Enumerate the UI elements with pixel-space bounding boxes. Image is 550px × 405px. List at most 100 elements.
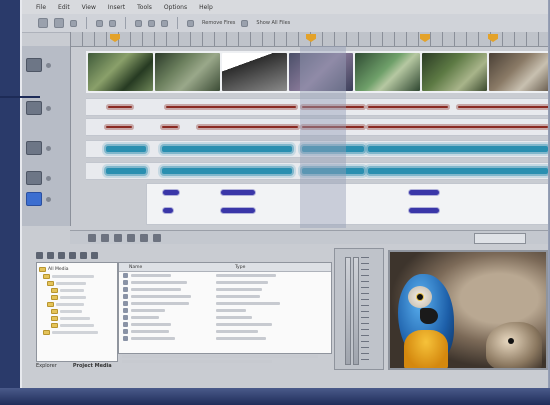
track-header-video[interactable]: [26, 58, 66, 72]
menu-help[interactable]: Help: [199, 4, 213, 11]
new-project-icon[interactable]: [38, 18, 48, 28]
track-mute-icon[interactable]: [46, 175, 51, 181]
media-refresh-icon[interactable]: [58, 251, 65, 259]
audio-waveform: [162, 168, 292, 174]
tree-item[interactable]: [39, 329, 115, 336]
pause-icon[interactable]: [114, 234, 122, 242]
video-clip-thumbnail[interactable]: [489, 53, 550, 91]
lower-tabs: Explorer Project Media: [36, 363, 176, 371]
media-list-row[interactable]: [119, 300, 331, 307]
menu-tools[interactable]: Tools: [137, 4, 152, 11]
show-all-icon[interactable]: [241, 19, 249, 27]
menu-insert[interactable]: Insert: [108, 4, 125, 11]
go-start-icon[interactable]: [88, 234, 96, 242]
open-project-icon[interactable]: [54, 18, 64, 28]
redo-icon[interactable]: [109, 19, 116, 27]
column-header-type[interactable]: Type: [225, 265, 245, 270]
timecode-display[interactable]: [474, 232, 526, 244]
remove-icon[interactable]: [187, 19, 194, 27]
tree-item[interactable]: [39, 322, 115, 329]
tab-explorer[interactable]: Explorer: [36, 363, 57, 371]
media-tree[interactable]: All Media: [36, 262, 118, 362]
track-mute-icon[interactable]: [46, 145, 51, 151]
track-header-audio-2[interactable]: [26, 141, 66, 155]
video-clip-thumbnail[interactable]: [355, 53, 421, 91]
media-view-icon[interactable]: [80, 251, 87, 259]
background-line: [0, 96, 40, 98]
timeline-marker[interactable]: [306, 34, 316, 42]
menu-edit[interactable]: Edit: [58, 4, 70, 11]
media-list-row[interactable]: [119, 328, 331, 335]
play-icon[interactable]: [101, 234, 109, 242]
track-header-audio-3[interactable]: [26, 171, 66, 185]
video-clip-thumbnail[interactable]: [154, 53, 220, 91]
menu-view[interactable]: View: [82, 4, 96, 11]
stop-icon[interactable]: [127, 234, 135, 242]
track-header-audio-1[interactable]: [26, 101, 66, 115]
timeline-marker[interactable]: [110, 34, 120, 42]
midi-note-blob[interactable]: [409, 208, 439, 213]
copy-icon[interactable]: [148, 19, 155, 27]
media-add-icon[interactable]: [91, 251, 98, 259]
cut-icon[interactable]: [135, 19, 142, 27]
midi-note-blob[interactable]: [221, 208, 255, 213]
track-header-midi[interactable]: [26, 192, 66, 206]
file-icon: [123, 273, 128, 278]
tree-item-label: [60, 317, 90, 320]
track-mute-icon[interactable]: [46, 196, 51, 202]
video-preview[interactable]: [388, 250, 548, 370]
media-forward-icon[interactable]: [47, 251, 54, 259]
midi-note-blob[interactable]: [163, 208, 173, 213]
remove-fires-button[interactable]: Remove Fires: [202, 20, 235, 26]
tree-item-all-media[interactable]: All Media: [39, 266, 115, 273]
track-mute-icon[interactable]: [46, 62, 51, 68]
midi-note-blob[interactable]: [221, 190, 255, 195]
tree-item[interactable]: [39, 301, 115, 308]
undo-icon[interactable]: [96, 19, 103, 27]
loop-icon[interactable]: [153, 234, 161, 242]
paste-icon[interactable]: [161, 19, 168, 27]
midi-note-blob[interactable]: [409, 190, 439, 195]
midi-note-blob[interactable]: [163, 190, 179, 195]
tree-item[interactable]: [39, 315, 115, 322]
timeline-ruler[interactable]: [70, 32, 548, 47]
tab-project-media[interactable]: Project Media: [73, 363, 112, 371]
media-list-row[interactable]: [119, 279, 331, 286]
media-list-row[interactable]: [119, 272, 331, 279]
audio-track-icon: [26, 171, 42, 185]
media-list[interactable]: Name Type: [118, 262, 332, 354]
lower-panel: All Media Name Type Explorer Project Med…: [22, 244, 548, 371]
media-back-icon[interactable]: [36, 251, 43, 259]
file-icon: [123, 287, 128, 292]
menu-options[interactable]: Options: [164, 4, 187, 11]
timeline-selection[interactable]: [300, 46, 346, 228]
video-clip-thumbnail[interactable]: [221, 53, 287, 91]
file-icon: [123, 315, 128, 320]
video-clip-thumbnail[interactable]: [88, 53, 153, 91]
go-end-icon[interactable]: [140, 234, 148, 242]
tree-item[interactable]: [39, 308, 115, 315]
tree-item[interactable]: [39, 287, 115, 294]
media-list-row[interactable]: [119, 286, 331, 293]
audio-waveform: [368, 106, 448, 108]
tree-item[interactable]: [39, 280, 115, 287]
audio-waveform: [458, 106, 550, 108]
tree-item[interactable]: [39, 294, 115, 301]
column-header-name[interactable]: Name: [119, 265, 225, 270]
tree-item[interactable]: [39, 273, 115, 280]
media-search-icon[interactable]: [69, 251, 76, 259]
midi-track[interactable]: [146, 183, 550, 225]
media-list-row[interactable]: [119, 335, 331, 342]
timeline-marker[interactable]: [420, 34, 430, 42]
timeline-marker[interactable]: [488, 34, 498, 42]
media-list-row[interactable]: [119, 314, 331, 321]
save-icon[interactable]: [70, 19, 77, 27]
media-list-row[interactable]: [119, 293, 331, 300]
media-list-row[interactable]: [119, 321, 331, 328]
track-mute-icon[interactable]: [46, 105, 51, 111]
show-all-files-button[interactable]: Show All Files: [256, 20, 290, 26]
menu-file[interactable]: File: [36, 4, 46, 11]
folder-icon: [51, 316, 58, 321]
media-list-row[interactable]: [119, 307, 331, 314]
video-clip-thumbnail[interactable]: [422, 53, 488, 91]
